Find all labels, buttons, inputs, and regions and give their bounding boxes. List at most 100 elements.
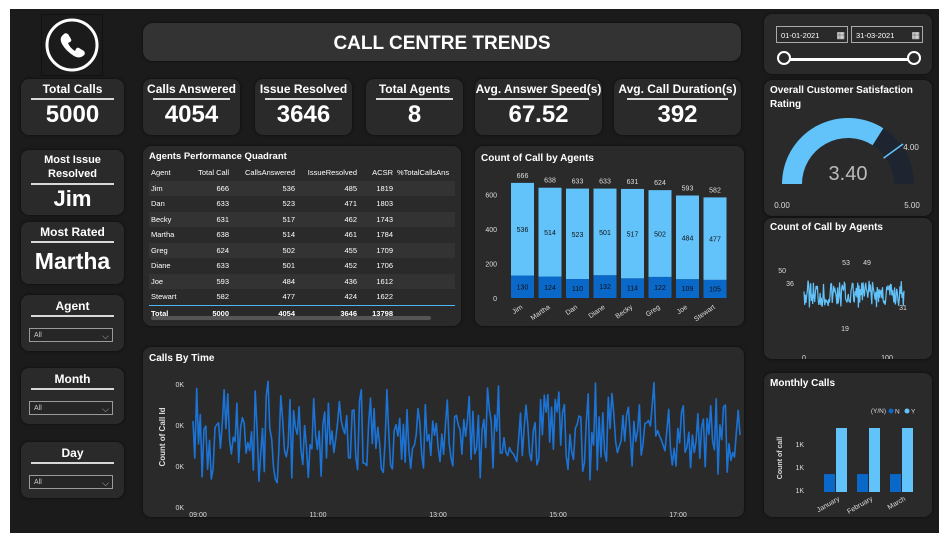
table-cell: 593 (187, 273, 231, 289)
table-cell: 436 (297, 273, 359, 289)
bar-data-label: 132 (599, 284, 611, 291)
y-tick-label: 0K (175, 382, 184, 389)
table-cell (395, 289, 455, 305)
table-cell: 514 (282, 230, 295, 240)
kpi-label: Issue Resolved (259, 82, 348, 96)
table-title: Agents Performance Quadrant (149, 151, 287, 162)
month-dropdown[interactable]: All ⌵ (29, 401, 113, 415)
table-row[interactable]: Stewart 582 477 424 1622 (149, 289, 455, 305)
slicer-title: Month (54, 372, 91, 386)
gauge-min-label: 0.00 (774, 201, 790, 210)
table-cell: 666 (187, 180, 231, 196)
kpi-value: 5000 (45, 101, 100, 128)
x-tick-label: Martha (530, 304, 552, 322)
table-cell: 1706 (376, 261, 393, 271)
column-header[interactable]: Total Call (187, 165, 231, 181)
table-cell: 536 (231, 180, 297, 196)
column-header[interactable]: CallsAnswered (231, 165, 297, 181)
data-label: 19 (841, 326, 849, 333)
calendar-icon[interactable]: ▦ (836, 27, 845, 44)
table-cell: Dan (151, 199, 165, 209)
small-line-svg: 50 0 100 36 53 49 19 31 (778, 260, 907, 359)
gauge-value: 3.40 (829, 163, 868, 185)
kpi-calls-answered: Calls Answered 4054 (143, 79, 240, 135)
bar-chart-svg: 0 200 400 600 130 536 666 Jim 124 514 638 Martha 110… (485, 173, 727, 323)
bar-data-label: 517 (627, 232, 639, 239)
table-cell (395, 242, 455, 258)
column-header[interactable]: %TotalCallsAns (395, 165, 455, 181)
bar-total-label: 666 (517, 173, 529, 180)
chevron-down-icon: ⌵ (102, 478, 109, 488)
kpi-value: 392 (657, 101, 698, 128)
column-header[interactable]: Agent (149, 165, 187, 181)
table-cell (395, 211, 455, 227)
table-cell: Becky (149, 211, 187, 227)
data-label: 53 (842, 260, 850, 267)
chevron-down-icon: ⌵ (102, 331, 109, 341)
bar-data-label: 536 (517, 227, 529, 234)
bar-data-label: 109 (682, 286, 694, 293)
table-cell: 517 (231, 211, 297, 227)
table-cell: 452 (344, 261, 357, 271)
x-tick-label: 11:00 (310, 512, 327, 517)
card-value: Martha (34, 248, 111, 274)
column-header[interactable]: ACSR (359, 165, 395, 181)
bar-total-label: 631 (627, 179, 639, 186)
column-header[interactable]: IssueResolved (297, 165, 359, 181)
card-label: Most Issue Resolved (44, 154, 101, 180)
table-row[interactable]: Becky 631 517 462 1743 (149, 211, 455, 227)
table-cell: 477 (282, 292, 295, 302)
y-tick-label: 50 (778, 268, 786, 275)
start-date-value: 01-01-2021 (781, 31, 820, 40)
bar-data-label: 114 (627, 286, 638, 293)
date-slider-end-handle[interactable] (907, 51, 921, 65)
date-range-slicer: 01-01-2021 ▦ 31-03-2021 ▦ (764, 14, 932, 74)
table-row[interactable]: Diane 633 501 452 1706 (149, 258, 455, 274)
table-cell: 1803 (376, 199, 393, 209)
y-tick-label: 600 (485, 192, 497, 199)
bar (824, 474, 835, 492)
y-tick-label: 400 (485, 227, 497, 234)
calendar-icon[interactable]: ▦ (911, 27, 920, 44)
bar-data-label: 523 (572, 232, 584, 239)
date-slider-track[interactable] (784, 58, 914, 61)
bar-total-label: 624 (654, 180, 666, 187)
legend-marker (888, 408, 894, 414)
kpi-value: 8 (407, 101, 422, 128)
agent-slicer: Agent All ⌵ (21, 295, 124, 351)
table-cell: Martha (151, 230, 175, 240)
end-date-input[interactable]: 31-03-2021 ▦ (851, 26, 923, 43)
table-row[interactable]: Joe 593 484 436 1612 (149, 273, 455, 289)
table-cell: 471 (344, 199, 357, 209)
y-tick-label: 200 (485, 261, 497, 268)
x-tick-label: Joe (676, 304, 689, 316)
agent-dropdown[interactable]: All ⌵ (29, 328, 113, 342)
kpi-label: Calls Answered (147, 82, 236, 96)
start-date-input[interactable]: 01-01-2021 ▦ (776, 26, 848, 43)
dashboard-canvas: CALL CENTRE TRENDS 01-01-2021 ▦ 31-03-20… (10, 9, 939, 533)
page-title: CALL CENTRE TRENDS (333, 33, 551, 54)
x-tick-label: 100 (881, 355, 893, 359)
date-slider-start-handle[interactable] (777, 51, 791, 65)
kpi-value: 67.52 (508, 101, 569, 128)
x-tick-label: Diane (588, 304, 607, 320)
table-row[interactable]: Dan 633 523 471 1803 (149, 196, 455, 212)
x-tick-label: Dan (565, 304, 580, 317)
bar-data-label: 124 (544, 285, 556, 292)
table-cell (395, 258, 455, 274)
y-tick-label: 1K (795, 442, 804, 449)
table-row[interactable]: Jim 666 536 485 1819 (149, 180, 455, 196)
bar (902, 428, 913, 492)
calls-by-time-chart: Calls By Time Count of Call Id 0K 0K 0K 0K 09… (143, 347, 744, 517)
table-row[interactable]: Greg 624 502 455 1709 (149, 242, 455, 258)
day-dropdown[interactable]: All ⌵ (29, 475, 113, 489)
x-tick-label: Stewart (693, 304, 716, 323)
y-axis-title: Count of Call Id (158, 407, 167, 466)
horizontal-scrollbar[interactable] (151, 316, 431, 320)
data-label: 36 (786, 281, 794, 288)
series-line (803, 280, 905, 308)
table-row[interactable]: Martha 638 514 461 1784 (149, 227, 455, 243)
most-rated-card: Most Rated Martha (21, 222, 124, 284)
slicer-title: Day (61, 446, 84, 460)
table-cell: 461 (344, 230, 357, 240)
